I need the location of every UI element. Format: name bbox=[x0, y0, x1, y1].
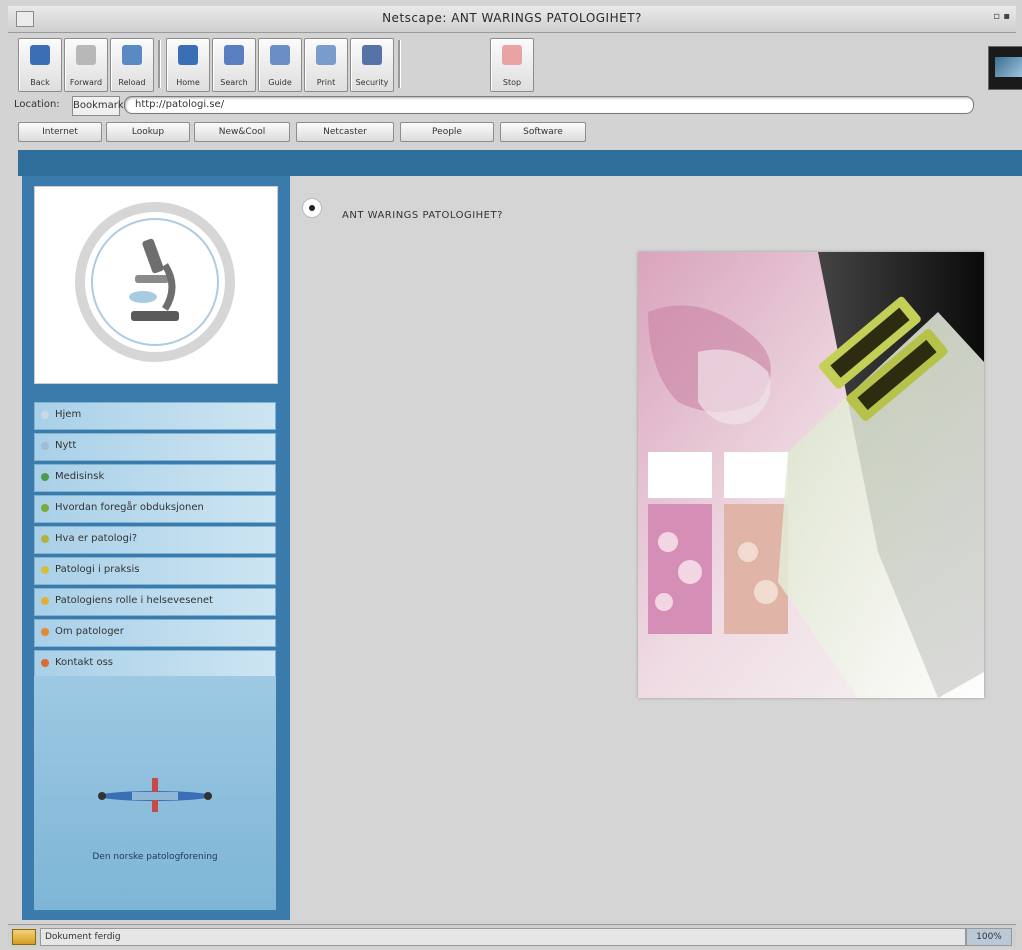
window-controls[interactable]: ▫ ▪ bbox=[982, 11, 1010, 25]
sidebar-item-patologiens-rolle[interactable]: Patologiens rolle i helsevesenet bbox=[34, 588, 276, 616]
sidebar-item-label: Om patologer bbox=[55, 626, 124, 637]
window-title: Netscape: ANT WARINGS PATOLOGIHET? bbox=[382, 11, 642, 25]
sidebar-item-label: Hjem bbox=[55, 409, 82, 420]
stop-button-label: Stop bbox=[502, 78, 522, 87]
stop-button[interactable]: Stop bbox=[490, 38, 534, 92]
guide-button[interactable]: Guide bbox=[258, 38, 302, 92]
url-input[interactable]: http://patologi.se/ bbox=[124, 96, 974, 114]
personal-item-lookup[interactable]: Lookup bbox=[106, 122, 190, 142]
throbber-icon bbox=[995, 57, 1022, 77]
bullet-icon bbox=[41, 535, 49, 543]
page-header-band bbox=[18, 150, 1022, 176]
page-heading: ANT WARINGS PATOLOGIHET? bbox=[342, 210, 503, 221]
personal-item-netcaster[interactable]: Netcaster bbox=[296, 122, 394, 142]
security-icon bbox=[362, 45, 382, 65]
netscape-throbber-logo[interactable] bbox=[988, 46, 1022, 90]
security-button-label: Security bbox=[355, 78, 389, 87]
main-content: ANT WARINGS PATOLOGIHET? bbox=[292, 176, 1022, 920]
search-button[interactable]: Search bbox=[212, 38, 256, 92]
print-button[interactable]: Print bbox=[304, 38, 348, 92]
stop-icon bbox=[502, 45, 522, 65]
sidebar-item-nytt[interactable]: Nytt bbox=[34, 433, 276, 461]
bookmarks-button[interactable]: Bookmarks bbox=[72, 96, 129, 116]
search-button-label: Search bbox=[220, 78, 248, 87]
print-button-label: Print bbox=[316, 78, 336, 87]
personal-toolbar: Internet Lookup New&Cool Netcaster Peopl… bbox=[14, 122, 1004, 144]
bullet-icon bbox=[41, 566, 49, 574]
guide-button-label: Guide bbox=[268, 78, 292, 87]
bullet-icon bbox=[41, 628, 49, 636]
sidebar-item-medisinsk[interactable]: Medisinsk bbox=[34, 464, 276, 492]
guide-icon bbox=[270, 45, 290, 65]
reload-button[interactable]: Reload bbox=[110, 38, 154, 92]
sidebar-item-patologi-i-praksis[interactable]: Patologi i praksis bbox=[34, 557, 276, 585]
location-label: Location: bbox=[14, 99, 60, 110]
sidebar-item-label: Nytt bbox=[55, 440, 77, 451]
home-button[interactable]: Home bbox=[166, 38, 210, 92]
back-button-label: Back bbox=[30, 78, 50, 87]
toolbar-separator bbox=[158, 40, 161, 88]
sidebar-item-om-patologer[interactable]: Om patologer bbox=[34, 619, 276, 647]
bullet-icon bbox=[41, 411, 49, 419]
back-button[interactable]: Back bbox=[18, 38, 62, 92]
photo-illustration bbox=[638, 252, 984, 698]
forward-arrow-icon bbox=[76, 45, 96, 65]
search-icon bbox=[224, 45, 244, 65]
home-icon bbox=[178, 45, 198, 65]
back-arrow-icon bbox=[30, 45, 50, 65]
sidebar-item-obduksjon[interactable]: Hvordan foregår obduksjonen bbox=[34, 495, 276, 523]
heading-bullet-icon bbox=[302, 198, 322, 218]
bullet-icon bbox=[41, 442, 49, 450]
home-button-label: Home bbox=[176, 78, 200, 87]
sidebar: Hjem Nytt Medisinsk Hvordan foregår obdu… bbox=[22, 176, 290, 920]
sidebar-footer-panel: Den norske patologforening bbox=[34, 676, 276, 910]
sidebar-item-label: Hvordan foregår obduksjonen bbox=[55, 502, 204, 513]
sidebar-item-label: Medisinsk bbox=[55, 471, 105, 482]
bullet-icon bbox=[41, 504, 49, 512]
browser-window: Netscape: ANT WARINGS PATOLOGIHET? ▫ ▪ B… bbox=[0, 0, 1022, 950]
sidebar-item-hjem[interactable]: Hjem bbox=[34, 402, 276, 430]
sidebar-item-label: Hva er patologi? bbox=[55, 533, 138, 544]
reload-button-label: Reload bbox=[118, 78, 146, 87]
site-logo[interactable] bbox=[34, 186, 278, 384]
airplane-icon[interactable] bbox=[92, 776, 218, 816]
status-text: Dokument ferdig bbox=[40, 928, 966, 946]
security-lock-icon[interactable] bbox=[12, 929, 36, 945]
bullet-icon bbox=[41, 473, 49, 481]
footer-link[interactable]: Den norske patologforening bbox=[34, 852, 276, 862]
reload-icon bbox=[122, 45, 142, 65]
location-bar: Location: Bookmarks http://patologi.se/ bbox=[14, 96, 1004, 116]
toolbar-separator bbox=[398, 40, 401, 88]
sidebar-item-label: Patologi i praksis bbox=[55, 564, 140, 575]
personal-item-people[interactable]: People bbox=[400, 122, 494, 142]
pathology-photo bbox=[638, 252, 984, 698]
title-bar: Netscape: ANT WARINGS PATOLOGIHET? ▫ ▪ bbox=[8, 6, 1016, 33]
sidebar-menu: Hjem Nytt Medisinsk Hvordan foregår obdu… bbox=[34, 402, 276, 681]
sidebar-item-hva-er-patologi[interactable]: Hva er patologi? bbox=[34, 526, 276, 554]
status-bar: Dokument ferdig 100% bbox=[8, 924, 1016, 947]
sidebar-item-label: Patologiens rolle i helsevesenet bbox=[55, 595, 213, 606]
print-icon bbox=[316, 45, 336, 65]
forward-button-label: Forward bbox=[69, 78, 103, 87]
personal-item-software[interactable]: Software bbox=[500, 122, 586, 142]
sidebar-item-kontakt[interactable]: Kontakt oss bbox=[34, 650, 276, 678]
personal-item-internet[interactable]: Internet bbox=[18, 122, 102, 142]
bullet-icon bbox=[41, 597, 49, 605]
personal-item-newcool[interactable]: New&Cool bbox=[194, 122, 290, 142]
security-button[interactable]: Security bbox=[350, 38, 394, 92]
microscope-icon bbox=[129, 238, 179, 321]
navigation-toolbar: Back Forward Reload Home Search Guide Pr… bbox=[18, 38, 1022, 98]
bullet-icon bbox=[41, 659, 49, 667]
progress-indicator: 100% bbox=[966, 928, 1012, 946]
sidebar-item-label: Kontakt oss bbox=[55, 657, 113, 668]
forward-button[interactable]: Forward bbox=[64, 38, 108, 92]
